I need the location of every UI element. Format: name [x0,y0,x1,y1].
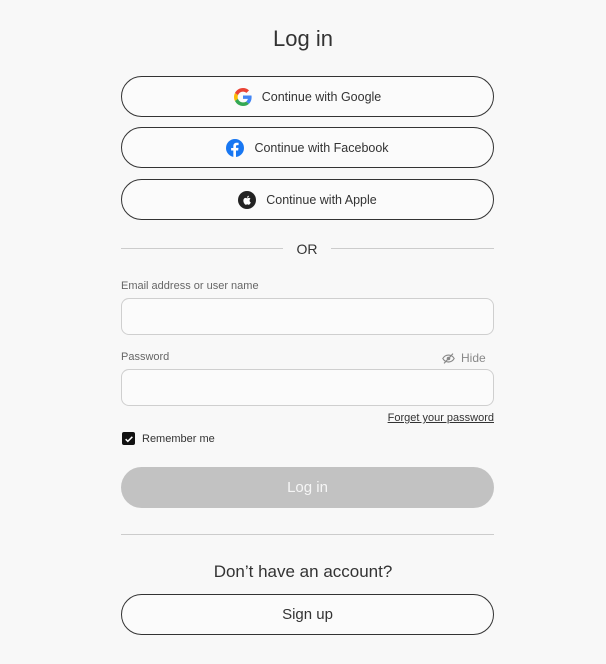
login-button[interactable]: Log in [121,467,494,508]
facebook-button-label: Continue with Facebook [254,140,389,155]
remember-me-row: Remember me [122,432,215,445]
email-field-label: Email address or user name [121,280,259,292]
remember-me-label: Remember me [142,432,215,445]
eye-slash-icon [442,352,455,365]
page-title: Log in [273,26,333,51]
remember-me-checkbox[interactable] [122,432,135,445]
bottom-divider [121,534,494,535]
password-field[interactable] [121,369,494,406]
apple-icon [238,190,257,209]
signup-button[interactable]: Sign up [121,594,494,635]
forgot-password-link[interactable]: Forget your password [388,412,494,424]
google-button-label: Continue with Google [261,89,382,104]
google-icon [233,87,252,106]
no-account-prompt: Don’t have an account? [213,562,393,581]
continue-with-google-button[interactable]: Continue with Google [121,76,494,117]
hide-toggle-label: Hide [461,351,486,365]
or-separator: OR [296,241,318,257]
continue-with-facebook-button[interactable]: Continue with Facebook [121,127,494,168]
email-field[interactable] [121,298,494,335]
login-page: Log in Continue with Google Continue wit… [0,0,606,664]
continue-with-apple-button[interactable]: Continue with Apple [121,179,494,220]
password-field-label: Password [121,351,170,363]
divider-right-line [331,248,494,249]
apple-button-label: Continue with Apple [266,192,377,207]
divider-left-line [121,248,283,249]
hide-password-toggle[interactable]: Hide [442,351,486,365]
facebook-icon [226,138,245,157]
checkmark-icon [124,435,133,442]
